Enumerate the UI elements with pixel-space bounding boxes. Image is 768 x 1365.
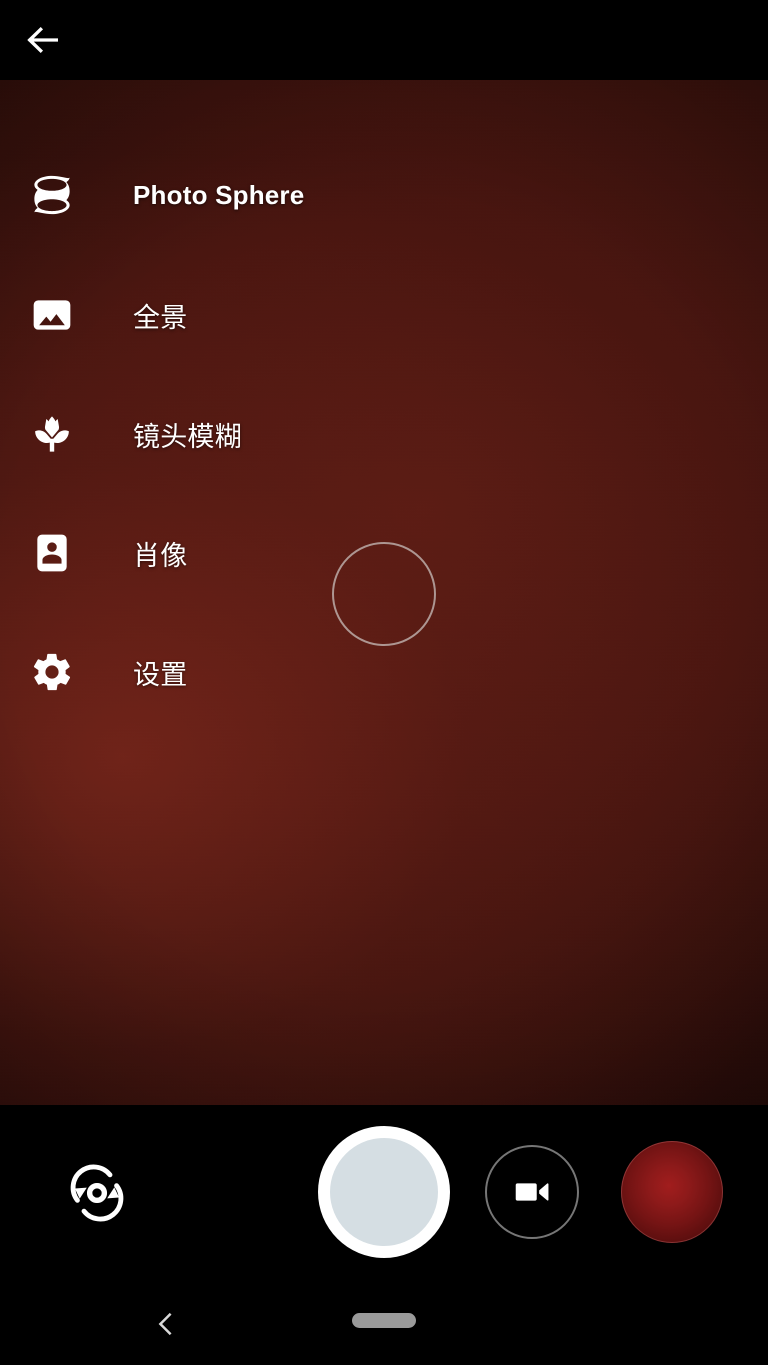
nav-back-button[interactable]	[132, 1290, 200, 1358]
switch-camera-icon	[70, 1164, 124, 1222]
top-app-bar	[0, 0, 768, 80]
lens-blur-flower-icon	[26, 412, 78, 456]
settings-gear-icon	[26, 650, 78, 694]
mode-item-portrait[interactable]: 肖像	[0, 521, 420, 585]
mode-item-photo-sphere[interactable]: Photo Sphere	[0, 163, 420, 227]
switch-camera-button[interactable]	[52, 1148, 142, 1238]
mode-item-panorama[interactable]: 全景	[0, 283, 420, 347]
mode-item-label: 设置	[133, 659, 188, 691]
camera-app-screen: Photo Sphere 全景 镜头模糊 肖像 设置	[0, 0, 768, 1365]
mode-item-label: 肖像	[133, 540, 188, 572]
mode-item-settings[interactable]: 设置	[0, 640, 420, 704]
panorama-icon	[26, 293, 78, 337]
nav-home-pill[interactable]	[352, 1313, 416, 1328]
video-mode-button[interactable]	[485, 1145, 579, 1239]
arrow-left-icon	[27, 26, 58, 54]
back-button[interactable]	[12, 10, 74, 70]
mode-item-label: 镜头模糊	[133, 421, 242, 453]
video-camera-icon	[515, 1183, 549, 1201]
shutter-button[interactable]	[318, 1126, 450, 1258]
portrait-person-icon	[26, 531, 78, 575]
photo-sphere-icon	[26, 172, 78, 218]
shutter-inner-circle	[330, 1138, 438, 1246]
mode-item-label: Photo Sphere	[133, 179, 305, 210]
chevron-left-icon	[158, 1312, 172, 1336]
gallery-thumbnail-button[interactable]	[621, 1141, 723, 1243]
mode-item-lens-blur[interactable]: 镜头模糊	[0, 402, 420, 466]
mode-item-label: 全景	[133, 302, 188, 334]
